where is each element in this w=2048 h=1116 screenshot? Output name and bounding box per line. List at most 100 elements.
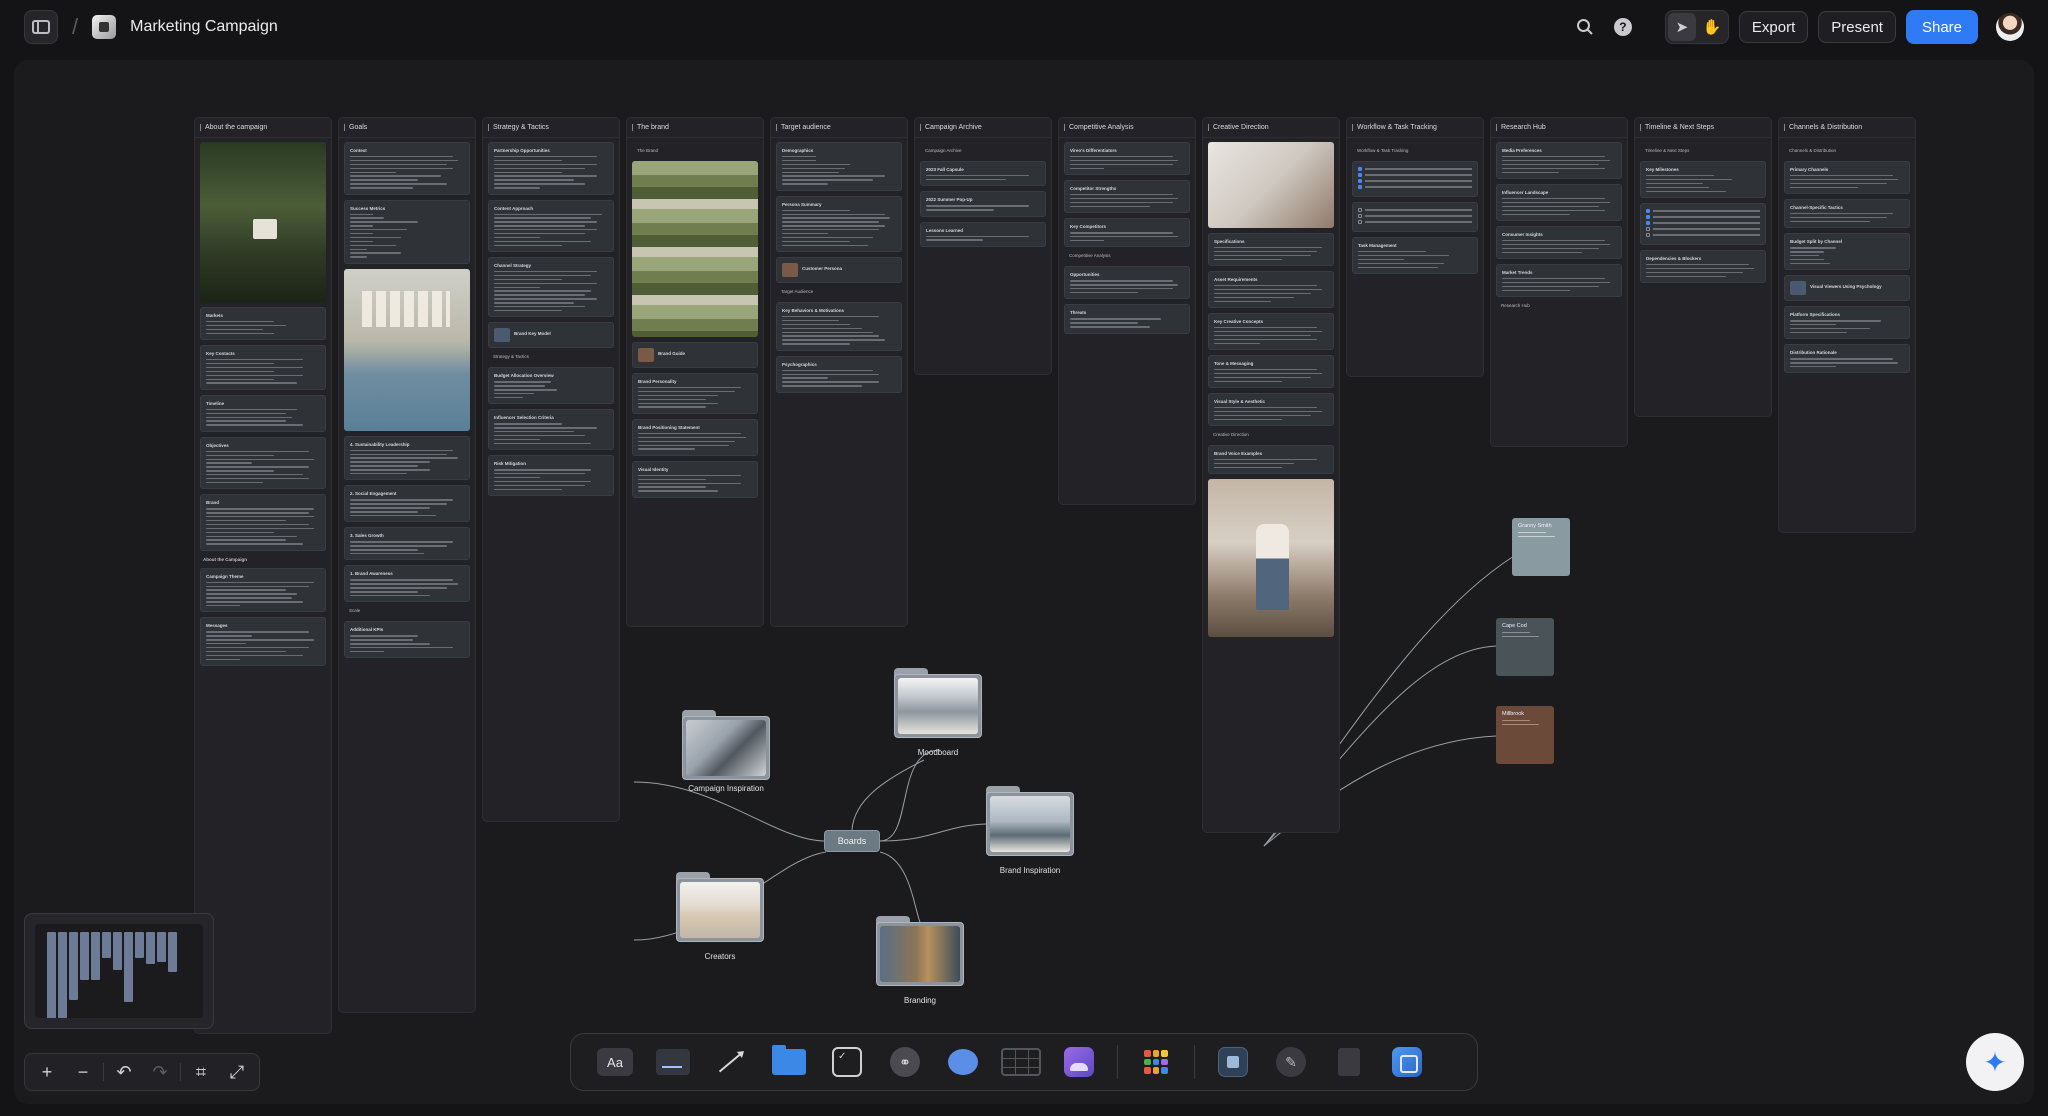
opportunities-card[interactable]: Opportunities xyxy=(1064,266,1190,300)
task-item[interactable] xyxy=(1358,173,1472,177)
tone-messaging-card[interactable]: Tone & Messaging xyxy=(1208,354,1334,389)
pointer-tool-button[interactable]: ➤ xyxy=(1667,13,1696,41)
undo-button[interactable]: ↶ xyxy=(106,1057,142,1087)
model-photo[interactable] xyxy=(1208,479,1334,638)
board-tool[interactable] xyxy=(769,1042,809,1082)
task-management-card[interactable]: Task Management xyxy=(1352,237,1478,274)
column-goals[interactable]: Goals Context Success Metrics 4. Sustain… xyxy=(338,117,476,1013)
key-creative-concepts-card[interactable]: Key Creative Concepts xyxy=(1208,313,1334,350)
brand-inspiration-label[interactable]: Brand Inspiration xyxy=(960,866,1100,875)
sales-growth-card[interactable]: 3. Sales Growth xyxy=(344,527,470,561)
timeline-card[interactable]: Timeline xyxy=(200,394,326,432)
differentiators-card[interactable]: Vireo's Differentiators xyxy=(1064,142,1190,176)
milestones-card[interactable]: Key Milestones xyxy=(1640,161,1766,198)
budget-card[interactable]: Budget Allocation Overview xyxy=(488,367,614,405)
influencer-landscape-card[interactable]: Influencer Landscape xyxy=(1496,183,1622,221)
behaviors-card[interactable]: Key Behaviors & Motivations xyxy=(776,302,902,351)
primary-channels-card[interactable]: Primary Channels xyxy=(1784,161,1910,195)
branding-folder[interactable] xyxy=(876,916,964,986)
white-shirt-photo[interactable] xyxy=(1208,142,1334,228)
competitor-strengths-card[interactable]: Competitor Strengths xyxy=(1064,180,1190,214)
context-card[interactable]: Context xyxy=(344,142,470,195)
note-tool[interactable] xyxy=(653,1042,693,1082)
brand-inspiration-folder[interactable] xyxy=(986,786,1074,856)
fit-frame-button[interactable]: ⌗ xyxy=(183,1057,219,1087)
campaign-theme-card[interactable]: Campaign Theme xyxy=(200,567,326,613)
text-tool[interactable]: Aa xyxy=(595,1042,635,1082)
platform-specs-card[interactable]: Platform Specifications xyxy=(1784,306,1910,340)
column-channels[interactable]: Channels & Distribution Channels & Distr… xyxy=(1778,117,1916,533)
swatch-granny-smith[interactable]: Granny Smith xyxy=(1512,518,1570,576)
creators-label[interactable]: Creators xyxy=(650,952,790,961)
boards-hub-node[interactable]: Boards xyxy=(824,830,880,852)
line-tool[interactable] xyxy=(711,1042,751,1082)
brand-personality-card[interactable]: Brand Personality xyxy=(632,373,758,414)
additional-kpis-card[interactable]: Additional KPIs xyxy=(344,621,470,659)
content-approach-card[interactable]: Content Approach xyxy=(488,199,614,253)
laundry-tree-photo[interactable] xyxy=(200,142,326,302)
brand-awareness-card[interactable]: 1. Brand Awareness xyxy=(344,565,470,603)
zoom-in-button[interactable]: + xyxy=(29,1057,65,1087)
brand-guide-card[interactable]: Brand Guide xyxy=(632,342,758,368)
table-tool[interactable] xyxy=(1001,1042,1041,1082)
channel-strategy-card[interactable]: Channel Strategy xyxy=(488,257,614,318)
folded-sweaters-photo[interactable] xyxy=(632,161,758,337)
brand-key-model-card[interactable]: Brand Key Model xyxy=(488,322,614,349)
checklist-card-2[interactable] xyxy=(1352,202,1478,232)
column-campaign-archive[interactable]: Campaign Archive Campaign Archive 2023 F… xyxy=(914,117,1052,375)
objectives-card[interactable]: Objectives xyxy=(200,436,326,490)
key-competitors-card[interactable]: Key Competitors xyxy=(1064,218,1190,248)
task-item[interactable] xyxy=(1358,208,1472,212)
link-tool[interactable]: ⚭ xyxy=(885,1042,925,1082)
specifications-card[interactable]: Specifications xyxy=(1208,233,1334,267)
task-item[interactable] xyxy=(1646,226,1760,231)
psychographics-card[interactable]: Psychographics xyxy=(776,355,902,393)
sustainability-card[interactable]: 4. Sustainability Leadership xyxy=(344,435,470,481)
export-button[interactable]: Export xyxy=(1738,11,1809,43)
redo-button[interactable]: ↷ xyxy=(142,1057,178,1087)
visual-viewers-card[interactable]: Visual Viewers Using Psychology xyxy=(1784,275,1910,302)
ai-assistant-button[interactable]: ✦ xyxy=(1966,1033,2024,1091)
influencer-criteria-card[interactable]: Influencer Selection Criteria xyxy=(488,409,614,451)
column-brand[interactable]: The brand The Brand Brand Guide Brand Pe… xyxy=(626,117,764,627)
success-metrics-card[interactable]: Success Metrics xyxy=(344,199,470,264)
moodboard-folder[interactable] xyxy=(894,668,982,738)
draw-tool[interactable]: ✎ xyxy=(1271,1042,1311,1082)
threats-card[interactable]: Threats xyxy=(1064,304,1190,334)
markets-card[interactable]: Markets xyxy=(200,307,326,341)
column-competitive-analysis[interactable]: Competitive Analysis Vireo's Differentia… xyxy=(1058,117,1196,505)
user-avatar[interactable] xyxy=(1996,13,2024,41)
image-tool[interactable] xyxy=(1059,1042,1099,1082)
fall-capsule-card[interactable]: 2023 Fall Capsule xyxy=(920,161,1046,187)
persona-summary-card[interactable]: Persona Summary xyxy=(776,195,902,253)
task-item[interactable] xyxy=(1358,179,1472,183)
distribution-rationale-card[interactable]: Distribution Rationale xyxy=(1784,344,1910,374)
document-tool[interactable] xyxy=(1329,1042,1369,1082)
consumer-insights-card[interactable]: Consumer Insights xyxy=(1496,225,1622,259)
help-button[interactable]: ? xyxy=(1609,13,1637,41)
column-about-campaign[interactable]: About the campaign Markets Key Contacts … xyxy=(194,117,332,1034)
task-item[interactable] xyxy=(1646,214,1760,219)
task-item[interactable] xyxy=(1358,214,1472,218)
timeline-checklist-card[interactable] xyxy=(1640,202,1766,245)
frame-tool[interactable] xyxy=(1213,1042,1253,1082)
dependencies-card[interactable]: Dependencies & Blockers xyxy=(1640,249,1766,284)
task-item[interactable] xyxy=(1358,167,1472,171)
column-workflow[interactable]: Workflow & Task Tracking Workflow & Task… xyxy=(1346,117,1484,377)
risk-mitigation-card[interactable]: Risk Mitigation xyxy=(488,455,614,496)
campaign-inspiration-label[interactable]: Campaign Inspiration xyxy=(656,784,796,793)
checklist-tool[interactable] xyxy=(827,1042,867,1082)
fullscreen-button[interactable]: ⤢ xyxy=(219,1057,255,1087)
brand-positioning-card[interactable]: Brand Positioning Statement xyxy=(632,418,758,456)
task-item[interactable] xyxy=(1358,220,1472,224)
lessons-learned-card[interactable]: Lessons Learned xyxy=(920,221,1046,247)
hand-tool-button[interactable]: ✋ xyxy=(1698,13,1726,41)
campaign-inspiration-folder[interactable] xyxy=(682,710,770,780)
branding-label[interactable]: Branding xyxy=(850,996,990,1005)
checklist-card-1[interactable] xyxy=(1352,161,1478,197)
task-item[interactable] xyxy=(1646,220,1760,225)
brand-voice-card[interactable]: Brand Voice Examples xyxy=(1208,445,1334,475)
column-research-hub[interactable]: Research Hub Media Preferences Influence… xyxy=(1490,117,1628,447)
messages-card[interactable]: Messages xyxy=(200,617,326,667)
customer-persona-card[interactable]: Customer Persona xyxy=(776,257,902,284)
